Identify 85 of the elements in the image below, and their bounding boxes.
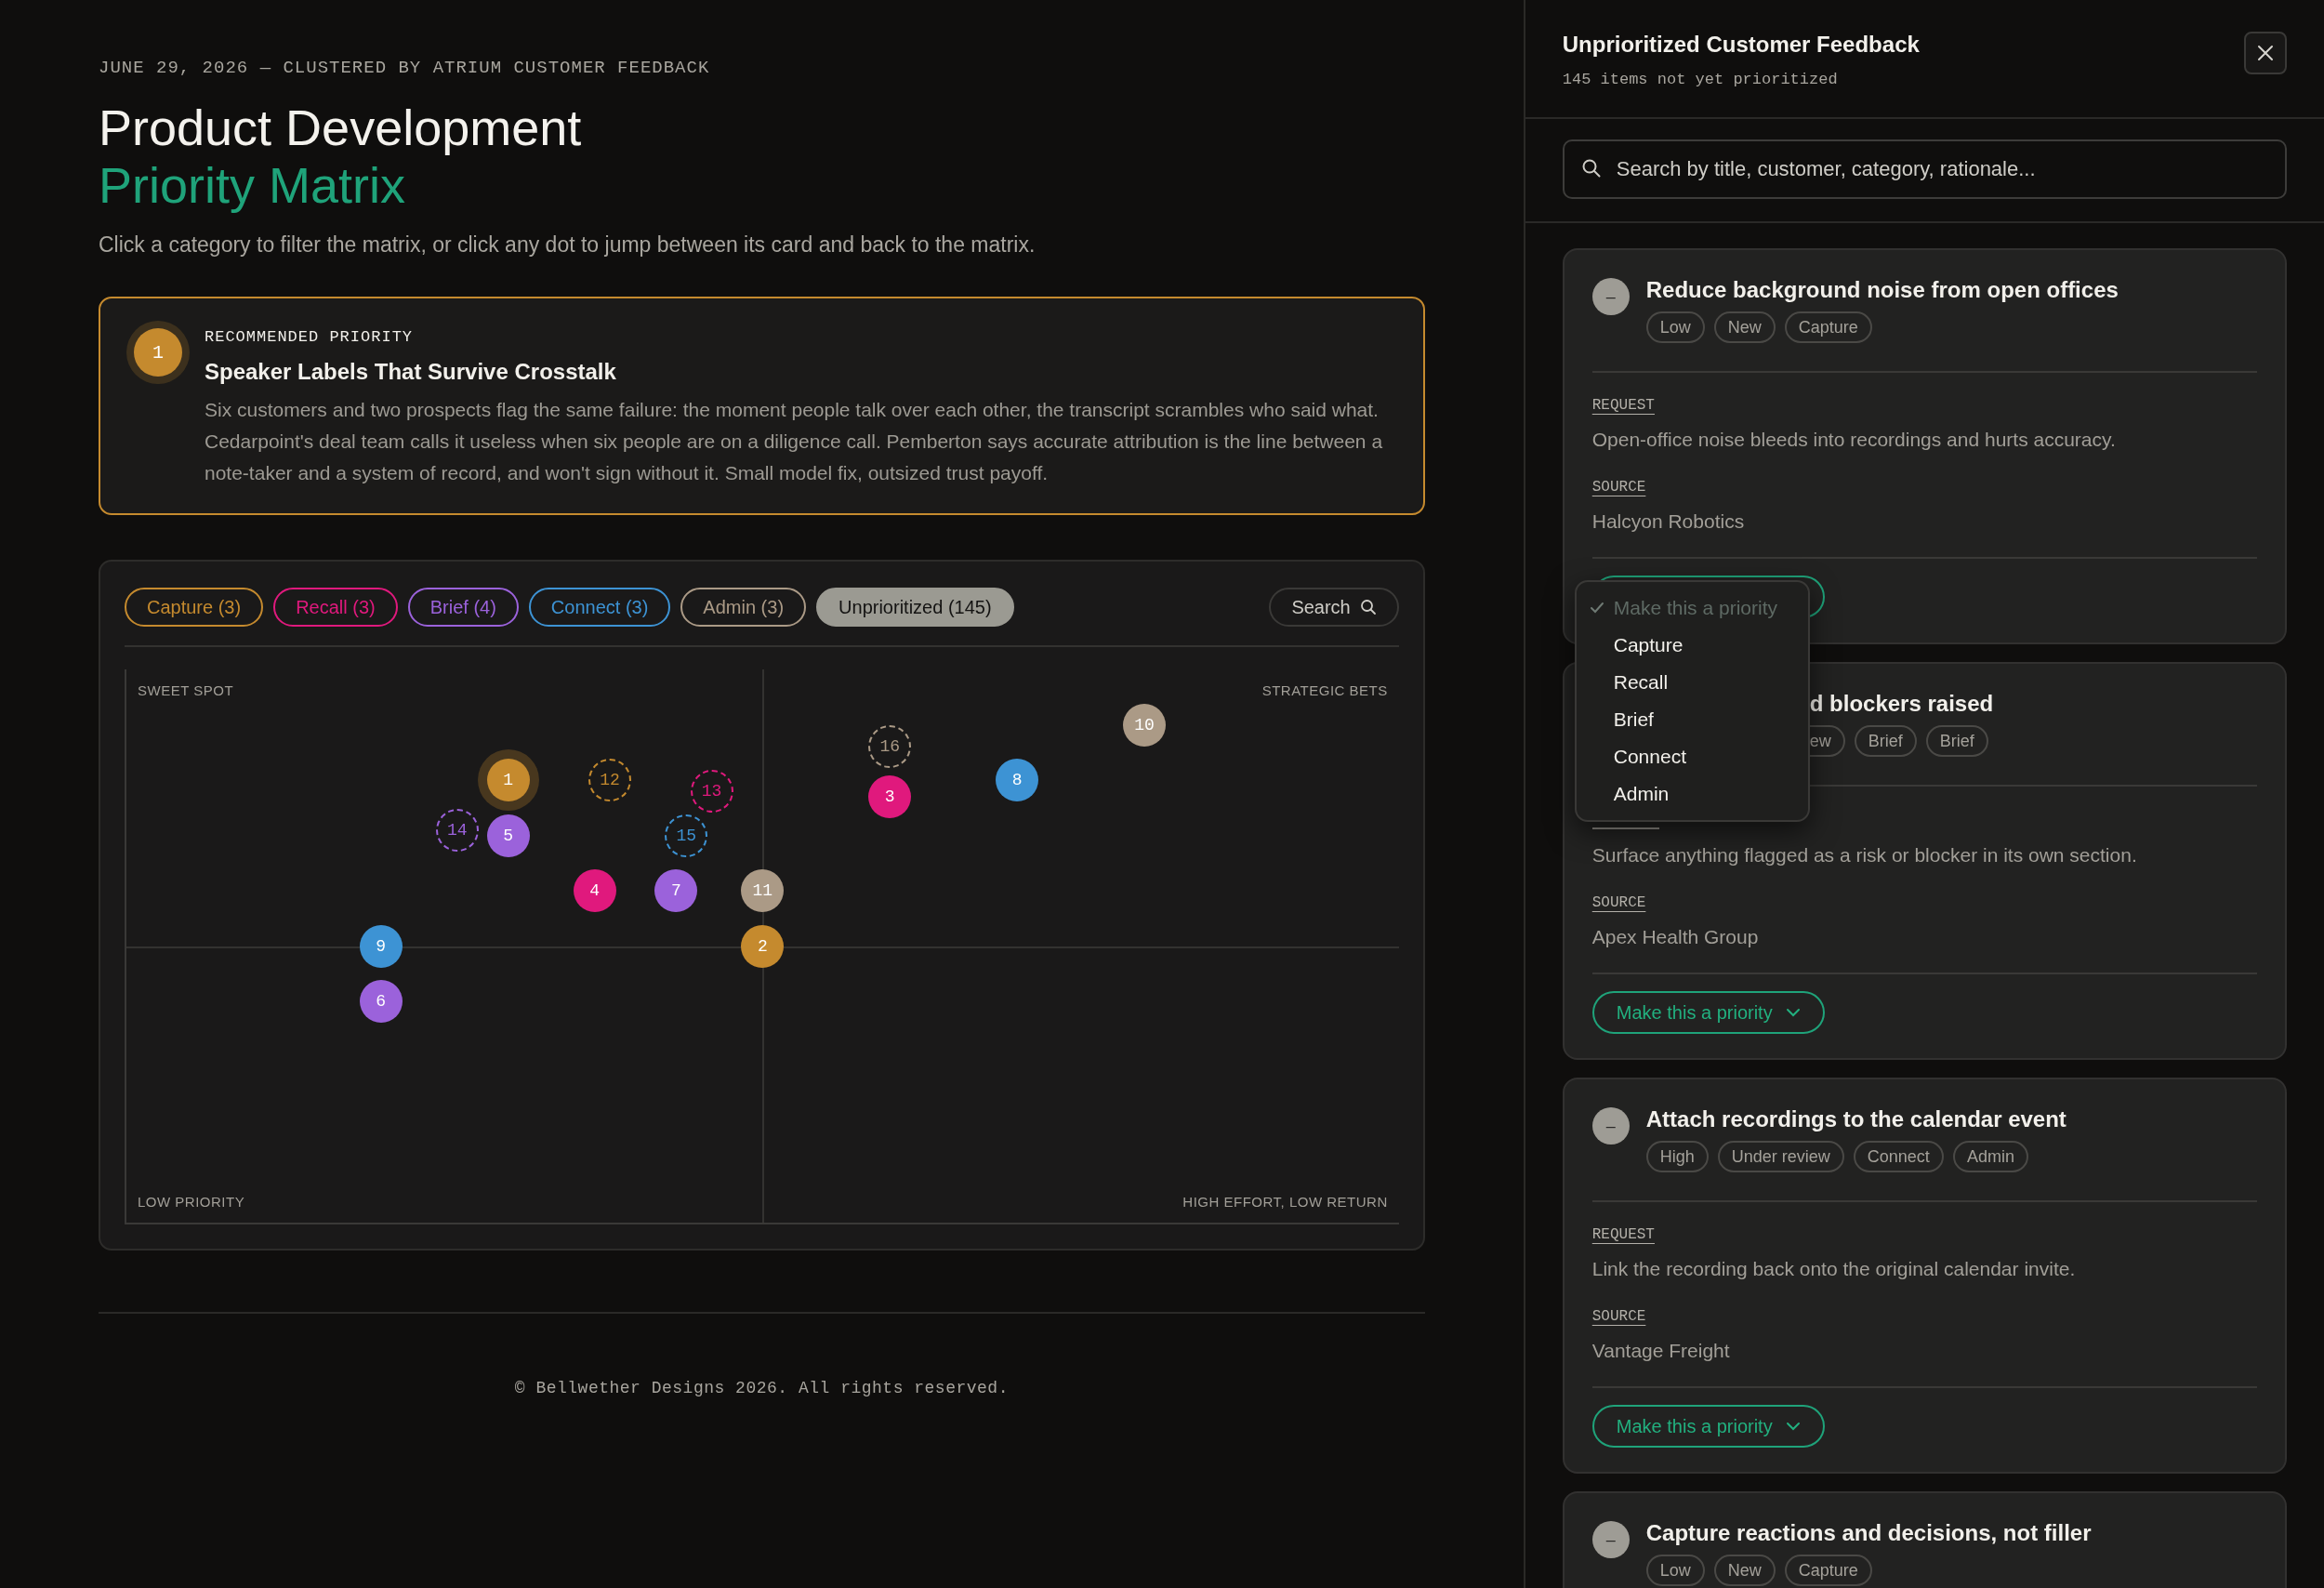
tag: Connect [1853, 1141, 1944, 1172]
matrix-dot[interactable]: 10 [1123, 703, 1166, 747]
matrix-dot[interactable]: 1 [486, 759, 530, 801]
subtitle: Click a category to filter the matrix, or click any dot to jump between its card and back to the matrix. [99, 232, 1037, 258]
panel-title: Unprioritized Customer Feedback [1562, 32, 1920, 58]
priority-dropdown-button[interactable]: Make this a priority [1591, 1405, 1825, 1448]
matrix-dot[interactable]: 2 [741, 924, 785, 968]
chevron-icon [1785, 1422, 1801, 1431]
menu-item[interactable]: Brief [1576, 701, 1808, 738]
menu-item[interactable]: Make this a priority [1576, 589, 1808, 627]
matrix-dot[interactable]: 4 [573, 869, 616, 912]
quadrant-label: LOW PRIORITY [138, 1194, 245, 1210]
footer-text: © Bellwether Designs 2026. All rights reserved. [513, 1379, 1010, 1397]
quadrant-label: SWEET SPOT [138, 682, 234, 698]
search-button[interactable]: Search [1269, 588, 1399, 627]
matrix-dot[interactable]: 6 [359, 980, 403, 1023]
matrix-dot[interactable]: 8 [996, 759, 1039, 801]
recommended-title: Speaker Labels That Survive Crosstalk [205, 359, 617, 385]
tag: Low [1645, 311, 1705, 343]
matrix-dot[interactable]: 12 [588, 759, 632, 801]
matrix-dot[interactable]: 9 [359, 924, 403, 968]
tag: Low [1645, 1555, 1705, 1586]
filter-chip[interactable]: Unprioritized (145) [816, 588, 1014, 627]
priority-dropdown-button[interactable]: Make this a priority [1591, 991, 1825, 1034]
status-badge: – [1591, 1521, 1630, 1558]
card-title: d blockers raised [1809, 690, 1994, 718]
tag: New [1713, 311, 1776, 343]
source-text: Apex Health Group [1591, 926, 1760, 948]
request-text: Open-office noise bleeds into recordings and hurts accuracy. [1591, 429, 2117, 451]
status-badge: – [1591, 1107, 1630, 1145]
tag: Admin [1952, 1141, 2028, 1172]
panel-subtitle: 145 items not yet prioritized [1562, 71, 1839, 88]
search-icon [1580, 158, 1602, 179]
matrix-dot[interactable]: 7 [654, 869, 698, 912]
chevron-icon [1785, 1008, 1801, 1017]
status-badge: – [1591, 278, 1630, 315]
source-text: Halcyon Robotics [1591, 510, 1746, 533]
matrix-dot[interactable]: 11 [741, 869, 785, 912]
matrix-dot[interactable]: 13 [690, 769, 733, 813]
tag: New [1713, 1555, 1776, 1586]
matrix-dot[interactable]: 16 [868, 725, 912, 769]
menu-item[interactable]: Connect [1576, 738, 1808, 775]
card-title: Reduce background noise from open offices [1645, 276, 2119, 304]
source-text: Vantage Freight [1591, 1340, 1731, 1362]
tag: Brief [1925, 725, 1988, 757]
filter-chip[interactable]: Recall (3) [273, 588, 398, 627]
quadrant-label: STRATEGIC BETS [1261, 682, 1388, 698]
priority-badge: 1 [134, 328, 182, 377]
menu-item[interactable]: Recall [1576, 664, 1808, 701]
matrix-dot[interactable]: 5 [486, 814, 530, 857]
card-title: Capture reactions and decisions, not filler [1645, 1519, 2092, 1547]
tag: Under review [1717, 1141, 1844, 1172]
filter-chip[interactable]: Connect (3) [528, 588, 671, 627]
field-label: SOURCE [1591, 1308, 1646, 1325]
matrix-dot[interactable]: 15 [665, 814, 708, 857]
meta-line: JUNE 29, 2026 — CLUSTERED BY ATRIUM CUSTOMER FEEDBACK [99, 58, 711, 78]
field-label: SOURCE [1591, 894, 1646, 911]
matrix-dot[interactable]: 3 [868, 774, 912, 818]
menu-item[interactable]: Capture [1576, 627, 1808, 664]
check-icon [1589, 602, 1604, 615]
page-title: Product Development [99, 99, 583, 156]
eyebrow-label: RECOMMENDED PRIORITY [205, 328, 415, 346]
page-title-accent: Priority Matrix [99, 156, 406, 214]
request-text: Surface anything flagged as a risk or blocker in its own section. [1591, 844, 2138, 867]
tag: Capture [1784, 1555, 1872, 1586]
tag: Brief [1854, 725, 1917, 757]
close-button[interactable] [2244, 32, 2287, 74]
request-text: Link the recording back onto the original calendar invite. [1591, 1258, 2077, 1280]
search-icon [1359, 599, 1377, 615]
field-label: REQUEST [1591, 397, 1655, 414]
tag: Capture [1784, 311, 1872, 343]
card-title: Attach recordings to the calendar event [1645, 1105, 2067, 1133]
menu-item[interactable]: Admin [1576, 775, 1808, 813]
search-field[interactable]: Search by title, customer, category, rationale... [1562, 139, 2287, 199]
filter-chip[interactable]: Admin (3) [680, 588, 807, 627]
close-icon [2256, 44, 2275, 62]
matrix-dot[interactable]: 14 [435, 808, 479, 852]
filter-chip[interactable]: Capture (3) [125, 588, 264, 627]
field-label: SOURCE [1591, 479, 1646, 496]
quadrant-label: HIGH EFFORT, LOW RETURN [1182, 1194, 1388, 1210]
field-label: REQUEST [1591, 1226, 1655, 1243]
tag: ew [1809, 725, 1845, 757]
recommended-description: Six customers and two prospects flag the same failure: the moment people talk over each other, the transcript scrambles who said what. Cedarpoint's deal team calls it useless when six people are on a diligence call. Pemberton says accurate attribution is the line between a note-taker and a system of record, and won't sign without it. Small model fix, outsized trust payoff. [205, 398, 1384, 485]
filter-chip[interactable]: Brief (4) [407, 588, 519, 627]
tag: High [1645, 1141, 1709, 1172]
